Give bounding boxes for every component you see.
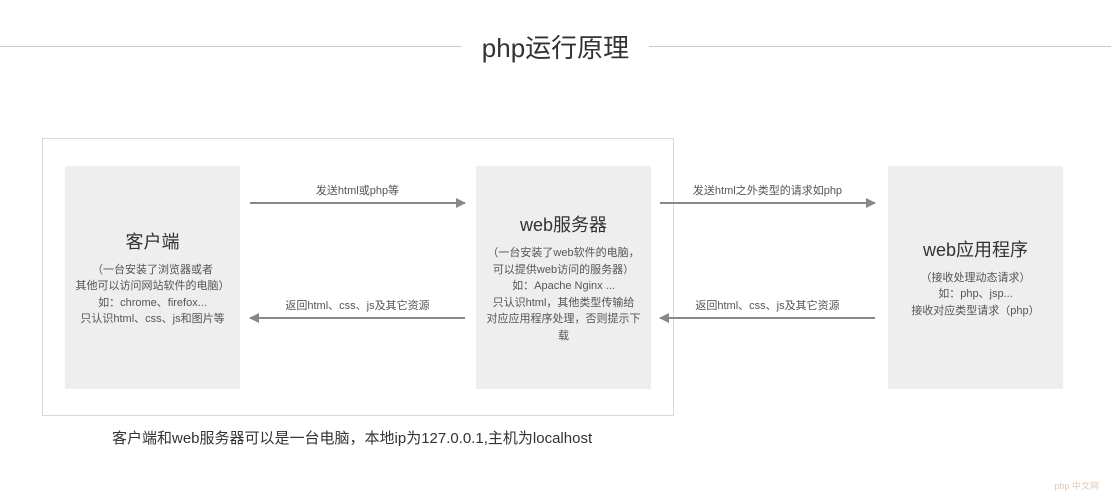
webserver-line: 可以提供web访问的服务器） bbox=[493, 262, 634, 279]
arrow-right-icon bbox=[660, 202, 875, 204]
webapp-line: 如：php、jsp... bbox=[938, 286, 1013, 303]
arrow-left-icon bbox=[250, 317, 465, 319]
webapp-line: （接收处理动态请求） bbox=[921, 270, 1031, 287]
arrow-left-icon bbox=[660, 317, 875, 319]
arrow-right-icon bbox=[250, 202, 465, 204]
arrow-label: 发送html或php等 bbox=[316, 182, 399, 198]
footnote-text: 客户端和web服务器可以是一台电脑，本地ip为127.0.0.1,主机为loca… bbox=[112, 427, 592, 448]
arrow-server-to-app: 发送html之外类型的请求如php bbox=[660, 182, 875, 204]
arrow-app-to-server: 返回html、css、js及其它资源 bbox=[660, 297, 875, 319]
client-title: 客户端 bbox=[126, 228, 180, 254]
arrow-server-to-client: 返回html、css、js及其它资源 bbox=[250, 297, 465, 319]
page-title: php运行原理 bbox=[462, 28, 649, 65]
webapp-line: 接收对应类型请求（php） bbox=[911, 303, 1039, 320]
webserver-title: web服务器 bbox=[520, 211, 607, 237]
webserver-line: （一台安装了web软件的电脑， bbox=[487, 245, 639, 262]
client-line: （一台安装了浏览器或者 bbox=[92, 262, 213, 279]
client-box: 客户端 （一台安装了浏览器或者 其他可以访问网站软件的电脑） 如：chrome、… bbox=[65, 166, 240, 389]
webapp-box: web应用程序 （接收处理动态请求） 如：php、jsp... 接收对应类型请求… bbox=[888, 166, 1063, 389]
client-line: 如：chrome、firefox... bbox=[98, 295, 207, 312]
arrow-label: 返回html、css、js及其它资源 bbox=[695, 297, 839, 313]
webserver-line: 如：Apache Nginx ... bbox=[512, 278, 615, 295]
webserver-line: 只认识html，其他类型传输给 bbox=[493, 295, 635, 312]
watermark-text: php 中文网 bbox=[1054, 479, 1099, 492]
arrow-client-to-server: 发送html或php等 bbox=[250, 182, 465, 204]
client-line: 只认识html、css、js和图片等 bbox=[80, 311, 224, 328]
client-line: 其他可以访问网站软件的电脑） bbox=[76, 278, 230, 295]
webserver-line: 对应应用程序处理，否则提示下载 bbox=[484, 311, 643, 344]
webserver-box: web服务器 （一台安装了web软件的电脑， 可以提供web访问的服务器） 如：… bbox=[476, 166, 651, 389]
arrow-label: 发送html之外类型的请求如php bbox=[693, 182, 842, 198]
webapp-title: web应用程序 bbox=[923, 236, 1028, 262]
arrow-label: 返回html、css、js及其它资源 bbox=[285, 297, 429, 313]
title-section: php运行原理 bbox=[0, 0, 1111, 65]
